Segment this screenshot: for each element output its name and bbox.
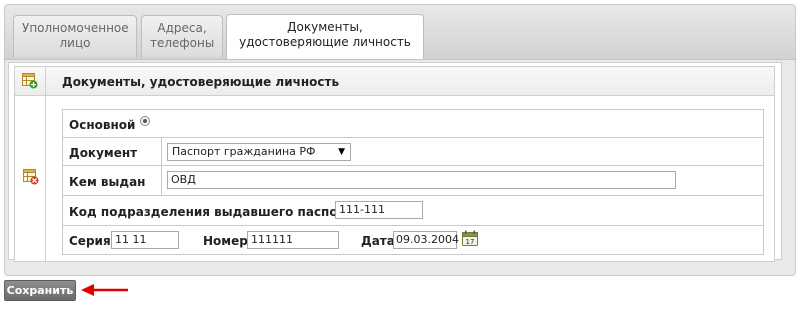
- tab-identity-documents[interactable]: Документы, удостоверяющие личность: [226, 14, 424, 59]
- main-radio-icon[interactable]: [140, 116, 150, 126]
- series-label: Серия: [69, 234, 111, 248]
- row-divider: [161, 138, 162, 165]
- document-type-row: Документ Паспорт гражданина РФ ▼: [63, 138, 763, 166]
- main-label: Основной: [69, 118, 136, 132]
- calendar-day: 17: [466, 238, 475, 246]
- issued-by-input[interactable]: ОВД: [167, 171, 676, 189]
- section-header: Документы, удостоверяющие личность: [14, 66, 775, 96]
- tab-bar: Уполномоченное лицо Адреса, телефоны Док…: [5, 5, 795, 60]
- row-divider: [161, 166, 162, 195]
- series-input[interactable]: 11 11: [111, 231, 179, 249]
- issued-by-label: Кем выдан: [69, 175, 146, 189]
- save-button[interactable]: Сохранить: [4, 280, 76, 301]
- series-number-date-row: Серия 11 11 Номер 111111 Дата 09.03.2004…: [63, 226, 763, 254]
- number-input[interactable]: 111111: [247, 231, 339, 249]
- calendar-icon[interactable]: 17: [461, 230, 479, 247]
- header-icon-cell: [15, 67, 46, 95]
- tab-label: Уполномоченное лицо: [22, 21, 129, 50]
- document-type-select[interactable]: Паспорт гражданина РФ ▼: [167, 143, 351, 161]
- dept-code-input[interactable]: 111-111: [335, 201, 423, 219]
- main-row: Основной: [63, 110, 763, 138]
- tab-label: Адреса, телефоны: [150, 21, 215, 50]
- dropdown-arrow-icon: ▼: [338, 147, 345, 157]
- row-icon-cell: [15, 96, 46, 261]
- table-add-icon[interactable]: [22, 73, 38, 89]
- number-label: Номер: [203, 234, 248, 248]
- document-type-value: Паспорт гражданина РФ: [172, 145, 316, 158]
- date-input[interactable]: 09.03.2004: [393, 231, 459, 249]
- tab-addresses-phones[interactable]: Адреса, телефоны: [141, 15, 223, 57]
- tab-authorized-person[interactable]: Уполномоченное лицо: [13, 15, 137, 57]
- issued-by-row: Кем выдан ОВД: [63, 166, 763, 196]
- table-delete-icon[interactable]: [23, 169, 39, 185]
- section-title: Документы, удостоверяющие личность: [62, 75, 340, 89]
- dept-code-row: Код подразделения выдавшего паспорт 111-…: [63, 196, 763, 226]
- date-label: Дата: [361, 234, 395, 248]
- document-label: Документ: [69, 146, 138, 160]
- red-arrow-icon: [81, 284, 128, 296]
- dept-code-label: Код подразделения выдавшего паспорт: [69, 205, 354, 219]
- document-form: Основной Документ Паспорт гражданина РФ …: [62, 109, 764, 255]
- tab-label: Документы, удостоверяющие личность: [239, 20, 411, 49]
